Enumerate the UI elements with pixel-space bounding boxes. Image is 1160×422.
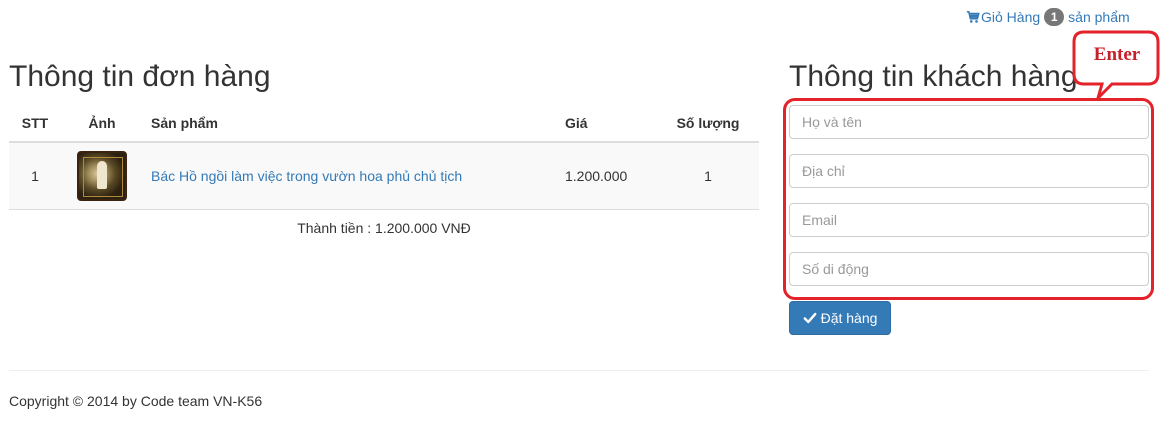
- footer-copyright: Copyright © 2014 by Code team VN-K56: [9, 393, 263, 409]
- order-table-header: STT Ảnh Sản phẩm Giá Số lượng: [9, 104, 759, 143]
- product-link[interactable]: Bác Hồ ngồi làm việc trong vườn hoa phủ …: [151, 168, 462, 184]
- row-product-cell: Bác Hồ ngồi làm việc trong vườn hoa phủ …: [143, 142, 557, 210]
- place-order-button[interactable]: Đặt hàng: [789, 301, 891, 335]
- footer-divider: [9, 370, 1149, 371]
- name-input[interactable]: [789, 105, 1149, 139]
- row-stt: 1: [9, 142, 61, 210]
- column-price: Giá: [557, 104, 657, 143]
- place-order-label: Đặt hàng: [820, 310, 878, 326]
- customer-title: Thông tin khách hàng: [789, 60, 1078, 93]
- shopping-cart-icon: [966, 10, 980, 23]
- table-row: 1 Bác Hồ ngồi làm việc trong vườn hoa ph…: [9, 142, 759, 210]
- row-image-cell: [61, 142, 143, 210]
- cart-suffix: sản phẩm: [1068, 9, 1130, 25]
- column-image: Ảnh: [61, 104, 143, 143]
- column-stt: STT: [9, 104, 61, 143]
- cart-link[interactable]: Giỏ Hàng 1 sản phẩm: [966, 8, 1130, 26]
- cart-label: Giỏ Hàng: [981, 9, 1041, 25]
- row-quantity: 1: [657, 142, 759, 210]
- row-price: 1.200.000: [557, 142, 657, 210]
- annotation-text: Enter: [1093, 44, 1141, 65]
- check-icon: [803, 312, 817, 324]
- address-input[interactable]: [789, 154, 1149, 188]
- order-table: STT Ảnh Sản phẩm Giá Số lượng 1 Bác Hồ n…: [9, 104, 759, 210]
- product-thumbnail[interactable]: [77, 150, 127, 201]
- column-quantity: Số lượng: [657, 104, 759, 143]
- cart-count-badge: 1: [1044, 8, 1065, 26]
- phone-input[interactable]: [789, 252, 1149, 286]
- order-total: Thành tiền : 1.200.000 VNĐ: [297, 220, 471, 236]
- column-product: Sản phẩm: [143, 104, 557, 143]
- order-title: Thông tin đơn hàng: [9, 60, 271, 93]
- email-input[interactable]: [789, 203, 1149, 237]
